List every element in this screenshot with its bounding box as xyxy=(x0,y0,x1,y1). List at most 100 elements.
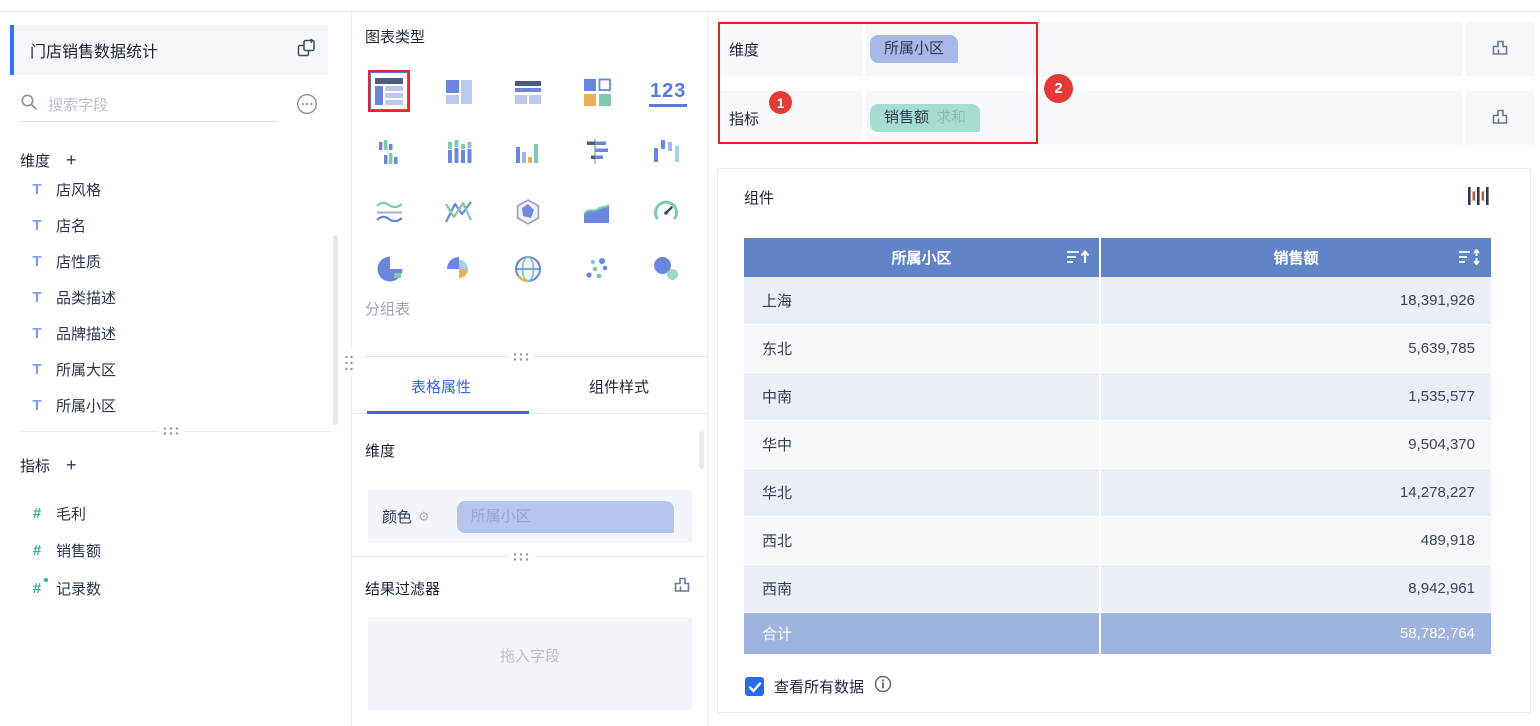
color-field-pill[interactable]: 所属小区 xyxy=(456,500,674,533)
table-row[interactable]: 上海 18,391,926 xyxy=(744,277,1491,325)
chart-config-panel: 图表类型 123 1 分组表 表格属性 组件样式 维度 颜色 ⚙ 所属小区 结果… xyxy=(352,12,792,726)
table-row[interactable]: 东北 5,639,785 xyxy=(744,325,1491,373)
region-cell: 华北 xyxy=(744,469,1099,517)
text-field-icon: T xyxy=(32,216,42,234)
sidebar-scrollbar[interactable] xyxy=(333,235,338,425)
total-label-cell: 合计 xyxy=(744,613,1099,654)
header-cell-region: 所属小区 xyxy=(744,238,1099,277)
field-item-dianxingzhi[interactable]: T 店性质 xyxy=(0,243,340,279)
gauge-chart-icon[interactable] xyxy=(651,197,681,227)
view-all-data-checkbox[interactable] xyxy=(745,677,764,696)
step-1-annotation-badge: 1 xyxy=(769,91,792,114)
dataset-title-bar[interactable]: 门店销售数据统计 xyxy=(10,25,328,75)
dimension-shelf-label: 维度 xyxy=(729,41,760,59)
number-field-icon: # xyxy=(32,541,42,559)
table-row[interactable]: 华中 9,504,370 xyxy=(744,421,1491,469)
gear-icon[interactable]: ⚙ xyxy=(418,509,430,525)
sales-cell: 18,391,926 xyxy=(1101,277,1491,325)
scatter-chart-icon[interactable] xyxy=(582,254,612,284)
card-group-icon[interactable] xyxy=(582,77,612,107)
region-cell: 中南 xyxy=(744,373,1099,421)
table-total-row[interactable]: 合计 58,782,764 xyxy=(744,613,1491,654)
dimension-section-header: 维度 + xyxy=(20,150,77,171)
field-item-pinpaimiaoshu[interactable]: T 品牌描述 xyxy=(0,315,340,351)
multi-line-chart-icon[interactable] xyxy=(444,197,474,227)
field-label: 记录数 xyxy=(56,580,102,598)
filter-icon[interactable] xyxy=(1490,37,1510,62)
chart-type-title: 图表类型 xyxy=(365,29,426,46)
line-chart-icon[interactable] xyxy=(375,197,405,227)
filter-icon[interactable] xyxy=(1490,106,1510,131)
field-item-dianfengge[interactable]: T 店风格 xyxy=(0,183,340,207)
grouped-column-chart-icon[interactable] xyxy=(375,137,405,167)
sales-cell: 14,278,227 xyxy=(1101,469,1491,517)
field-item-suoshudaqu[interactable]: T 所属大区 xyxy=(0,351,340,387)
dimension-field-list: T 店风格 T 店名 T 店性质 T 品类描述 T 品牌描述 T 所属大区 T … xyxy=(0,183,340,430)
table-row[interactable]: 华北 14,278,227 xyxy=(744,469,1491,517)
radar-chart-icon[interactable] xyxy=(513,197,543,227)
number-kpi-icon[interactable]: 123 xyxy=(649,80,688,107)
result-table: 所属小区 销售额 上海 18,391,926 东北 5,639,785 中南 1… xyxy=(744,238,1491,654)
stacked-column-chart-icon[interactable] xyxy=(444,137,474,167)
filter-icon[interactable] xyxy=(672,574,692,594)
view-all-data-label[interactable]: 查看所有数据 xyxy=(774,676,864,697)
field-item-pinleimiaoshu[interactable]: T 品类描述 xyxy=(0,279,340,315)
filter-drop-zone[interactable]: 拖入字段 xyxy=(368,617,692,710)
switch-dataset-icon[interactable] xyxy=(296,37,316,63)
view-all-data-row: 查看所有数据 xyxy=(745,675,892,698)
text-field-icon: T xyxy=(32,360,42,378)
aggregation-label: 求和 xyxy=(936,109,967,126)
tab-table-properties[interactable]: 表格属性 xyxy=(352,372,530,414)
component-title: 组件 xyxy=(744,190,775,207)
add-metric-button[interactable]: + xyxy=(66,455,77,476)
search-input[interactable]: 搜索字段 xyxy=(48,94,108,115)
sort-asc-icon[interactable] xyxy=(1065,249,1091,269)
cross-table-icon[interactable] xyxy=(444,77,474,107)
waterfall-chart-icon[interactable] xyxy=(651,137,681,167)
field-item-xiaoshoue[interactable]: # 销售额 xyxy=(0,532,340,568)
metric-header-label: 指标 xyxy=(20,458,51,475)
sales-cell: 9,504,370 xyxy=(1101,421,1491,469)
text-field-icon: T xyxy=(32,252,42,270)
total-value-cell: 58,782,764 xyxy=(1101,613,1491,654)
section-resize-handle[interactable] xyxy=(158,423,184,439)
field-item-maoli[interactable]: # 毛利 xyxy=(0,495,340,531)
bar-chart-icon[interactable] xyxy=(582,137,612,167)
table-row[interactable]: 中南 1,535,577 xyxy=(744,373,1491,421)
table-row[interactable]: 西南 8,942,961 xyxy=(744,565,1491,613)
metric-shelf[interactable]: 销售额 求和 xyxy=(866,91,1462,145)
sort-both-icon[interactable] xyxy=(1457,249,1483,269)
panel-resize-handle[interactable] xyxy=(341,350,357,376)
table-row[interactable]: 西北 489,918 xyxy=(744,517,1491,565)
dimension-shelf[interactable]: 所属小区 xyxy=(866,22,1462,76)
field-item-jilushu[interactable]: # 记录数 xyxy=(0,570,340,606)
chart-bars-icon[interactable] xyxy=(1466,184,1490,208)
metric-field-pill[interactable]: 销售额 求和 xyxy=(870,104,981,132)
field-item-suoshuxiaoqu[interactable]: T 所属小区 xyxy=(0,387,340,423)
text-field-icon: T xyxy=(32,288,42,306)
number-field-icon: # xyxy=(32,504,42,522)
search-field-row[interactable]: 搜索字段 xyxy=(20,88,278,122)
text-field-icon: T xyxy=(32,396,42,414)
info-icon[interactable] xyxy=(874,675,892,698)
add-dimension-button[interactable]: + xyxy=(66,150,77,171)
dimension-field-pill[interactable]: 所属小区 xyxy=(870,35,959,63)
bubble-chart-icon[interactable] xyxy=(651,254,681,284)
chart-type-grouped-table-selected[interactable] xyxy=(368,70,410,112)
step-2-annotation-badge: 2 xyxy=(1044,74,1073,103)
rose-chart-icon[interactable] xyxy=(444,254,474,284)
area-chart-icon[interactable] xyxy=(582,197,612,227)
filter-resize-handle[interactable] xyxy=(508,550,534,564)
column-chart-icon[interactable] xyxy=(513,137,543,167)
metric-shelf-label: 指标 xyxy=(729,110,760,128)
app-root: 门店销售数据统计 搜索字段 维度 + T 店风格 T 店名 T 店性质 T 品类… xyxy=(0,0,1540,726)
more-options-icon[interactable] xyxy=(296,93,318,115)
pie-chart-icon[interactable] xyxy=(375,254,405,284)
config-scrollbar[interactable] xyxy=(699,431,704,469)
tab-component-style[interactable]: 组件样式 xyxy=(530,372,708,414)
map-chart-icon[interactable] xyxy=(513,254,543,284)
detail-table-icon[interactable] xyxy=(513,77,543,107)
field-sidebar: 门店销售数据统计 搜索字段 维度 + T 店风格 T 店名 T 店性质 T 品类… xyxy=(0,12,352,726)
config-resize-handle[interactable] xyxy=(508,350,534,364)
field-item-dianming[interactable]: T 店名 xyxy=(0,207,340,243)
